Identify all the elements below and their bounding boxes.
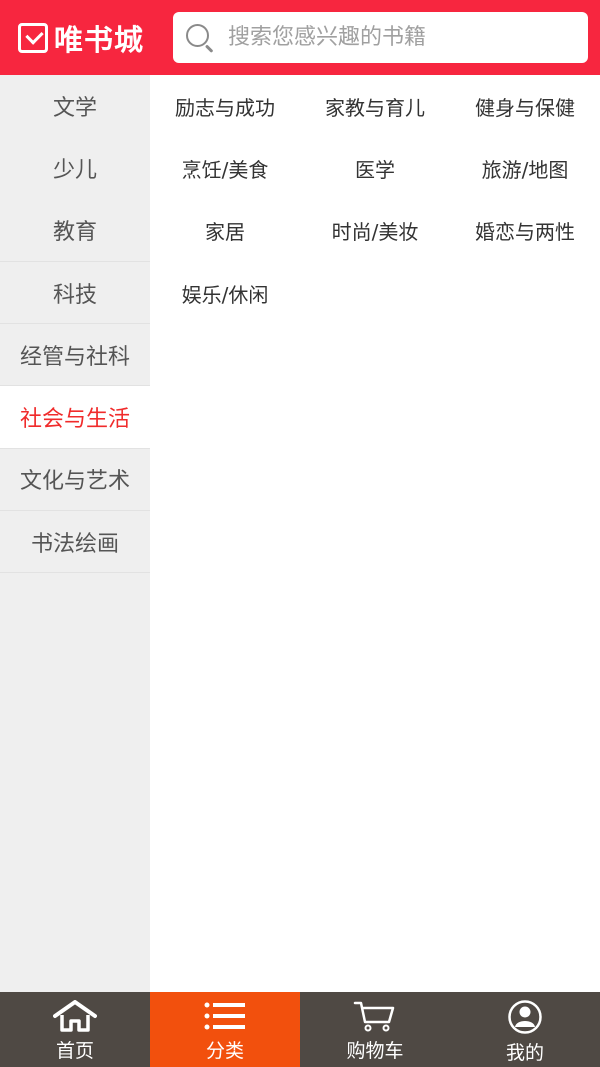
user-icon: [508, 1000, 542, 1034]
subcategory-item[interactable]: 婚恋与两性: [450, 200, 600, 262]
search-input[interactable]: [228, 25, 568, 50]
app-logo: 唯书城: [0, 0, 172, 75]
category-sidebar: 文学 少儿 教育 科技 经管与社科 社会与生活 文化与艺术 书法绘画: [0, 75, 150, 992]
tab-category-label: 分类: [205, 1040, 244, 1062]
search-box[interactable]: [173, 12, 588, 63]
subcategory-item[interactable]: 家居: [150, 200, 300, 262]
header-bar: 唯书城: [0, 0, 600, 75]
sidebar-item-jingguan[interactable]: 经管与社科: [0, 324, 150, 387]
subcategory-item[interactable]: 时尚/美妆: [300, 200, 450, 262]
sidebar-item-wenhua[interactable]: 文化与艺术: [0, 449, 150, 512]
list-icon: [204, 1002, 245, 1030]
sidebar-item-shaoer[interactable]: 少儿: [0, 137, 150, 199]
subcategory-item[interactable]: 旅游/地图: [450, 137, 600, 199]
sidebar-item-shehui[interactable]: 社会与生活: [0, 386, 150, 449]
subcategory-item[interactable]: 健身与保健: [450, 75, 600, 137]
logo-check-icon: [18, 22, 48, 53]
bottom-tab-bar: 首页 分类 购物车 我的: [0, 992, 600, 1067]
subcategory-grid: 励志与成功 家教与育儿 健身与保健 烹饪/美食 医学 旅游/地图 家居 时尚/美…: [150, 75, 600, 324]
tab-mine-label: 我的: [505, 1042, 544, 1064]
tab-mine[interactable]: 我的: [450, 992, 600, 1067]
search-icon: [185, 23, 215, 53]
subcategory-item[interactable]: 医学: [300, 137, 450, 199]
tab-home[interactable]: 首页: [0, 992, 150, 1067]
subcategory-item[interactable]: 励志与成功: [150, 75, 300, 137]
subcategory-item[interactable]: 烹饪/美食: [150, 137, 300, 199]
tab-cart[interactable]: 购物车: [300, 992, 450, 1067]
sidebar-item-wenxue[interactable]: 文学: [0, 75, 150, 137]
logo-text: 唯书城: [54, 22, 145, 57]
tab-home-label: 首页: [55, 1040, 94, 1062]
sidebar-item-jiaoyu[interactable]: 教育: [0, 200, 150, 262]
sidebar-item-shufa[interactable]: 书法绘画: [0, 511, 150, 574]
subcategory-item[interactable]: 家教与育儿: [300, 75, 450, 137]
subcategory-panel: 励志与成功 家教与育儿 健身与保健 烹饪/美食 医学 旅游/地图 家居 时尚/美…: [150, 75, 600, 992]
subcategory-item[interactable]: 娱乐/休闲: [150, 262, 300, 324]
cart-icon: [353, 1001, 395, 1032]
tab-cart-label: 购物车: [346, 1040, 404, 1062]
sidebar-item-keji[interactable]: 科技: [0, 262, 150, 325]
home-icon: [53, 1000, 97, 1032]
tab-category[interactable]: 分类: [150, 992, 300, 1067]
